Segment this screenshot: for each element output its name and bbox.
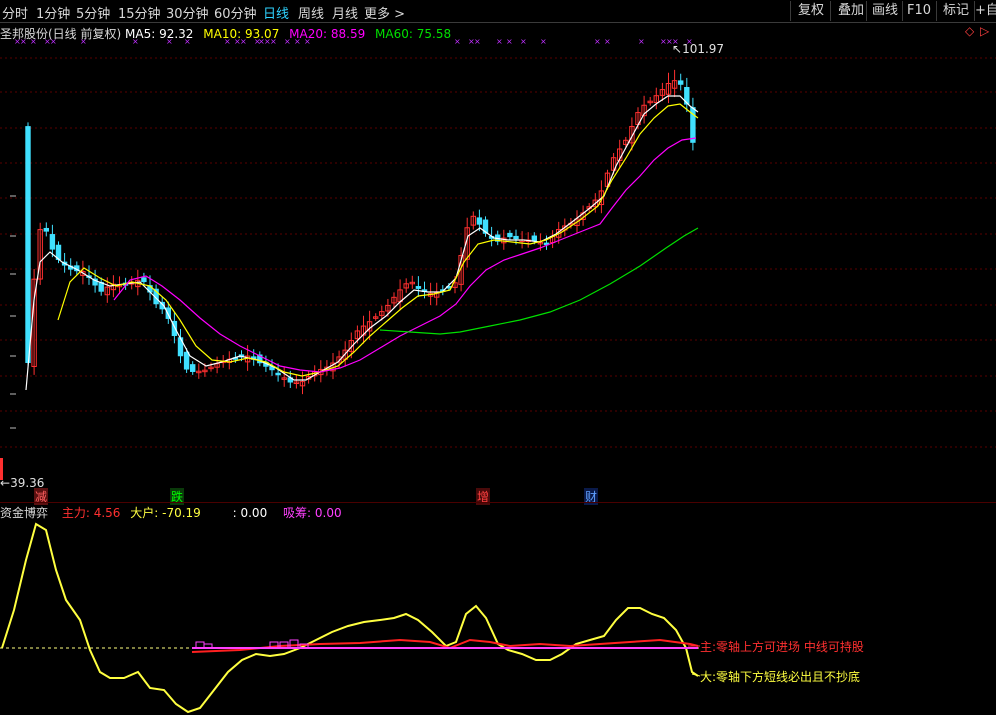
main-force-note: 主:零轴上方可进场 中线可持股	[700, 640, 864, 654]
main-force-value: 4.56	[93, 506, 121, 520]
signal-marker: ×	[240, 37, 247, 46]
main-force-label: 主力:	[61, 506, 94, 520]
big-holder-value: -70.19	[162, 506, 201, 520]
ma5-line	[25, 95, 699, 391]
signal-marker: ×	[304, 37, 311, 46]
candle-body	[183, 351, 190, 370]
signal-marker: ×	[540, 37, 547, 46]
candle-body	[141, 277, 147, 283]
signal-marker: ×	[80, 37, 87, 46]
candle-body	[678, 80, 684, 85]
signal-marker: ×	[604, 37, 611, 46]
signal-marker: ×	[294, 37, 301, 46]
candle-body	[43, 227, 49, 232]
kline-chart[interactable]: × × × × × × × × × × × × ×× × × × × × × × × × × × × × × × × × × ×	[0, 0, 996, 715]
pane-divider	[0, 502, 996, 503]
candle-body	[415, 286, 422, 289]
period-high-label: ↖101.97	[672, 42, 724, 56]
indicator-legend: 资金博弈 主力: 4.56 大户: -70.19 : 0.00 吸筹: 0.00	[0, 504, 342, 521]
signal-marker: ×	[638, 37, 645, 46]
signal-marker: ×	[284, 37, 291, 46]
big-holder-line	[1, 522, 699, 714]
indicator-title: 资金博弈	[0, 506, 49, 520]
ma10-line	[57, 103, 699, 377]
candle-body	[507, 232, 513, 238]
signal-marker: ×	[496, 37, 503, 46]
signal-marker: ×	[184, 37, 191, 46]
candle-body	[513, 235, 519, 240]
absorb-value: 0.00	[314, 506, 342, 520]
signal-marker: ×	[50, 37, 57, 46]
big-holder-note: 大:零轴下方短线必出且不抄底	[700, 670, 861, 684]
absorb-label: 吸筹:	[283, 506, 315, 520]
candle-body	[275, 372, 281, 376]
signal-marker: ×	[506, 37, 513, 46]
candle-body	[190, 364, 196, 372]
signal-marker: ×	[270, 37, 277, 46]
signal-marker: ×	[474, 37, 481, 46]
signal-marker: ×	[20, 37, 27, 46]
signal-marker: ×	[166, 37, 173, 46]
candle-body	[531, 235, 537, 242]
high-value: 101.97	[682, 42, 725, 56]
signal-marker: ×	[132, 37, 139, 46]
blank-value: 0.00	[240, 506, 268, 520]
signal-marker: ×	[224, 37, 231, 46]
signal-marker: ×	[520, 37, 527, 46]
candle-body	[25, 126, 31, 363]
high-arrow-icon: ↖	[672, 42, 683, 56]
signal-marker: ×	[594, 37, 601, 46]
absorb-bar-4	[289, 639, 299, 649]
big-holder-label: 大户:	[130, 506, 163, 520]
candle-body	[49, 234, 56, 250]
signal-marker: ×	[30, 37, 37, 46]
signal-marker: ×	[454, 37, 461, 46]
low-arrow-icon: ←	[0, 476, 11, 490]
main-force-line	[191, 638, 699, 653]
candle-body	[476, 217, 483, 225]
